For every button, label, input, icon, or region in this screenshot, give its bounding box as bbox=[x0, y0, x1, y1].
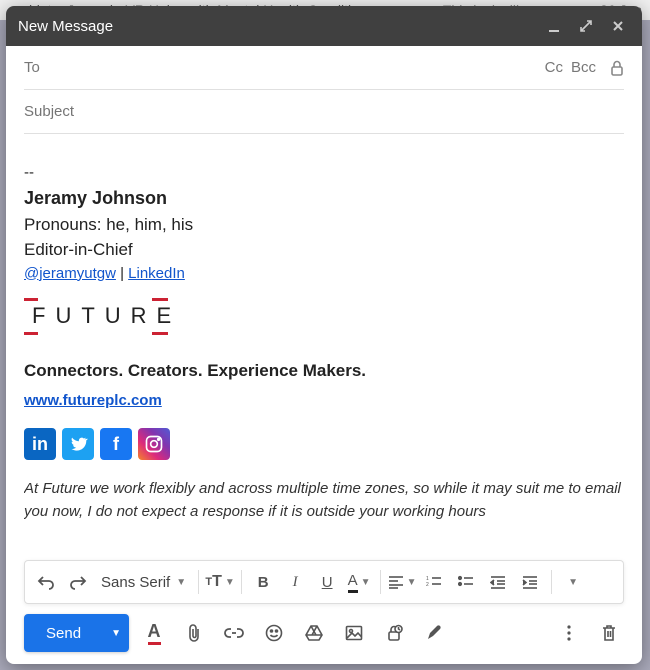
logo-text: FUTURE bbox=[24, 299, 164, 332]
font-name-label: Sans Serif bbox=[101, 574, 170, 591]
chevron-down-icon: ▼ bbox=[361, 577, 371, 588]
logo-corner-br bbox=[152, 332, 168, 348]
underline-button[interactable]: U bbox=[312, 566, 342, 598]
send-button[interactable]: Send bbox=[24, 614, 103, 652]
more-options-icon[interactable] bbox=[554, 618, 584, 648]
linkedin-link[interactable]: LinkedIn bbox=[128, 265, 185, 282]
bcc-button[interactable]: Bcc bbox=[571, 59, 596, 76]
cc-button[interactable]: Cc bbox=[545, 59, 563, 76]
svg-text:2: 2 bbox=[426, 582, 429, 588]
indent-less-button[interactable] bbox=[483, 566, 513, 598]
signature-dashes: -- bbox=[24, 162, 624, 185]
lock-icon[interactable] bbox=[610, 60, 624, 76]
signature-separator: | bbox=[116, 265, 128, 282]
bold-button[interactable]: B bbox=[248, 566, 278, 598]
indent-more-button[interactable] bbox=[515, 566, 545, 598]
logo-corner-tl bbox=[24, 285, 38, 301]
numbered-list-button[interactable]: 12 bbox=[419, 566, 449, 598]
text-color-button[interactable]: A ▼ bbox=[344, 566, 374, 598]
align-button[interactable]: ▼ bbox=[387, 566, 417, 598]
signature-disclaimer: At Future we work flexibly and across mu… bbox=[24, 478, 624, 523]
subject-input[interactable] bbox=[24, 103, 624, 120]
future-logo: FUTURE bbox=[24, 299, 164, 332]
signature-tagline: Connectors. Creators. Experience Makers. bbox=[24, 358, 624, 384]
to-label: To bbox=[24, 59, 84, 76]
close-icon[interactable] bbox=[606, 14, 630, 38]
text-style-button[interactable]: A bbox=[139, 618, 169, 648]
separator bbox=[380, 570, 381, 594]
twitter-handle-link[interactable]: @jeramyutgw bbox=[24, 265, 116, 282]
font-selector[interactable]: Sans Serif ▼ bbox=[95, 574, 192, 591]
logo-corner-tr bbox=[152, 285, 168, 301]
signature-name: Jeramy Johnson bbox=[24, 185, 624, 212]
subject-field-row[interactable] bbox=[24, 90, 624, 134]
send-button-group: Send ▼ bbox=[24, 614, 129, 652]
to-input[interactable] bbox=[84, 59, 537, 76]
future-url-link[interactable]: www.futureplc.com bbox=[24, 390, 162, 413]
image-icon[interactable] bbox=[339, 618, 369, 648]
minimize-icon[interactable] bbox=[542, 14, 566, 38]
discard-icon[interactable] bbox=[594, 618, 624, 648]
bottom-toolbar: Send ▼ A bbox=[24, 604, 624, 652]
titlebar: New Message bbox=[6, 6, 642, 46]
to-field-row[interactable]: To Cc Bcc bbox=[24, 46, 624, 90]
redo-button[interactable] bbox=[63, 566, 93, 598]
attach-icon[interactable] bbox=[179, 618, 209, 648]
font-size-button[interactable]: TT ▼ bbox=[205, 566, 235, 598]
link-icon[interactable] bbox=[219, 618, 249, 648]
chevron-down-icon: ▼ bbox=[568, 577, 578, 588]
signature-title: Editor-in-Chief bbox=[24, 237, 624, 263]
social-icons-row: in f bbox=[24, 428, 624, 460]
formatting-toolbar: Sans Serif ▼ TT ▼ B I U A ▼ ▼ 12 bbox=[24, 560, 624, 604]
chevron-down-icon: ▼ bbox=[111, 628, 121, 639]
more-formatting-button[interactable]: ▼ bbox=[558, 566, 588, 598]
italic-button[interactable]: I bbox=[280, 566, 310, 598]
separator bbox=[241, 570, 242, 594]
emoji-icon[interactable] bbox=[259, 618, 289, 648]
separator bbox=[198, 570, 199, 594]
logo-corner-bl bbox=[24, 332, 38, 348]
twitter-icon[interactable] bbox=[62, 428, 94, 460]
instagram-icon[interactable] bbox=[138, 428, 170, 460]
facebook-icon[interactable]: f bbox=[100, 428, 132, 460]
undo-button[interactable] bbox=[31, 566, 61, 598]
pen-icon[interactable] bbox=[419, 618, 449, 648]
send-options-button[interactable]: ▼ bbox=[103, 614, 129, 652]
bullet-list-button[interactable] bbox=[451, 566, 481, 598]
linkedin-icon[interactable]: in bbox=[24, 428, 56, 460]
chevron-down-icon: ▼ bbox=[176, 577, 186, 588]
drive-icon[interactable] bbox=[299, 618, 329, 648]
expand-icon[interactable] bbox=[574, 14, 598, 38]
chevron-down-icon: ▼ bbox=[407, 577, 417, 588]
confidential-icon[interactable] bbox=[379, 618, 409, 648]
signature-pronouns: Pronouns: he, him, his bbox=[24, 212, 624, 238]
message-body[interactable]: -- Jeramy Johnson Pronouns: he, him, his… bbox=[24, 134, 624, 554]
compose-window: New Message To Cc Bcc -- Jeramy Johnson … bbox=[6, 6, 642, 664]
window-title: New Message bbox=[18, 18, 534, 35]
separator bbox=[551, 570, 552, 594]
chevron-down-icon: ▼ bbox=[225, 577, 235, 588]
